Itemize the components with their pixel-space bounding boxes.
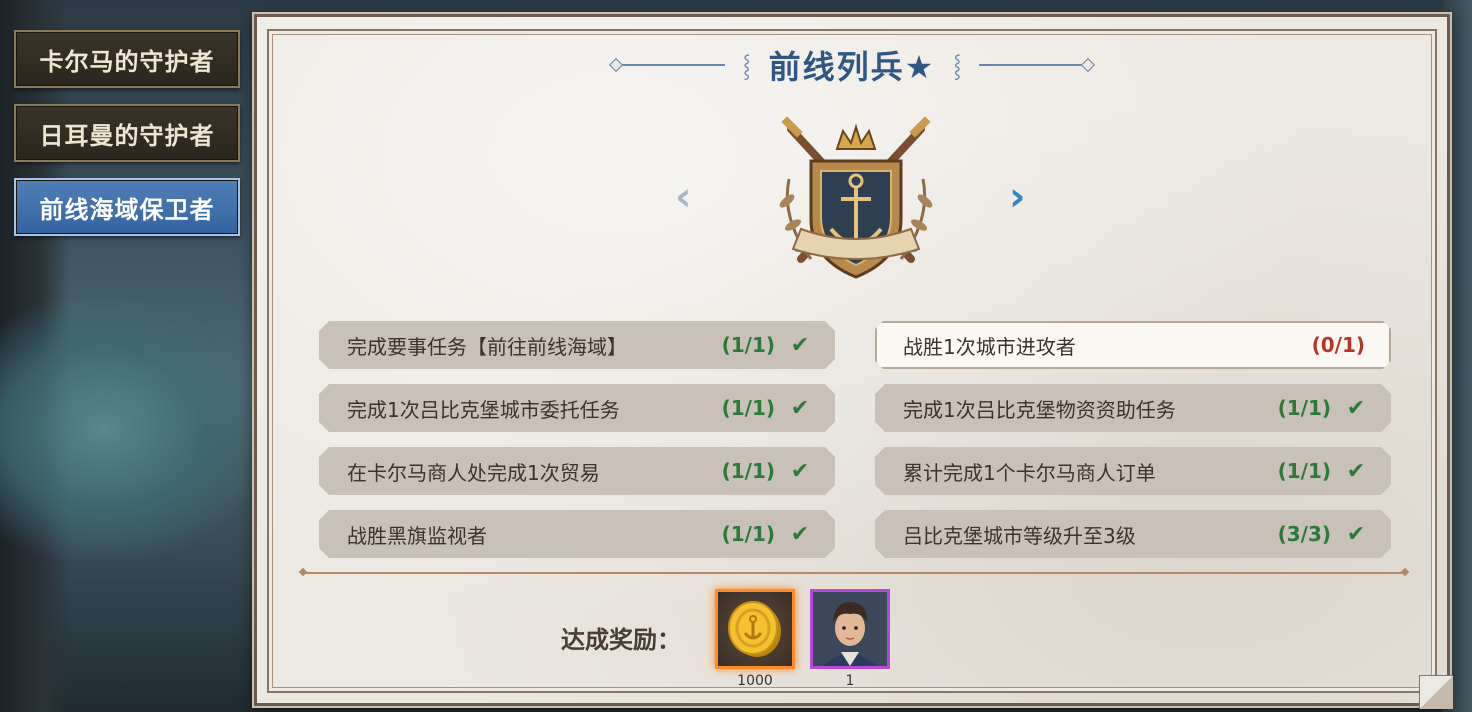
- task-label: 累计完成1个卡尔马商人订单: [903, 460, 1156, 485]
- anchor-crest-emblem-icon: [779, 116, 933, 279]
- task-row: 战胜黑旗监视者 (1/1) ✔: [319, 510, 835, 558]
- task-progress: (0/1): [1311, 333, 1365, 357]
- task-row: 累计完成1个卡尔马商人订单 (1/1) ✔: [875, 447, 1391, 495]
- checkmark-icon: ✔: [1346, 395, 1366, 421]
- task-row: 完成1次吕比克堡物资资助任务 (1/1) ✔: [875, 384, 1391, 432]
- section-divider: [303, 572, 1405, 574]
- background-sea: [0, 300, 260, 560]
- task-label: 战胜1次城市进攻者: [903, 334, 1076, 359]
- task-label: 完成1次吕比克堡物资资助任务: [903, 397, 1176, 422]
- scroll-ornament-icon: ⸾: [742, 54, 751, 79]
- reward-count: 1000: [737, 673, 773, 689]
- reward-gold-coin[interactable]: [715, 589, 795, 669]
- gold-coin-icon: [728, 601, 781, 657]
- reward-label: 达成奖励：: [561, 626, 681, 654]
- title-ornament-left: [614, 64, 725, 66]
- task-progress: (1/1): [721, 459, 775, 483]
- checkmark-icon: ✔: [790, 395, 810, 421]
- title-ornament-right: [979, 64, 1090, 66]
- checkmark-icon: ✔: [790, 458, 810, 484]
- next-arrow-button[interactable]: ›: [1009, 177, 1025, 217]
- prev-arrow-button[interactable]: ‹: [675, 177, 691, 217]
- tab-frontline-defender[interactable]: 前线海域保卫者: [14, 178, 240, 236]
- task-label: 战胜黑旗监视者: [347, 523, 487, 548]
- reward-captain-portrait[interactable]: [810, 589, 890, 669]
- task-row-incomplete[interactable]: 战胜1次城市进攻者 (0/1): [875, 321, 1391, 369]
- panel-title-bar: ⸾ 前线列兵★ ⸾: [257, 43, 1447, 87]
- achievement-panel: ⸾ 前线列兵★ ⸾ ‹ › 完成要事任务【前往前线海域】 (1/1) ✔ 完成1…: [254, 14, 1453, 709]
- task-row: 完成要事任务【前往前线海域】 (1/1) ✔: [319, 321, 835, 369]
- task-row: 吕比克堡城市等级升至3级 (3/3) ✔: [875, 510, 1391, 558]
- checkmark-icon: ✔: [790, 521, 810, 547]
- task-label: 完成1次吕比克堡城市委托任务: [347, 397, 620, 422]
- task-progress: (1/1): [721, 522, 775, 546]
- task-label: 在卡尔马商人处完成1次贸易: [347, 460, 600, 485]
- task-row: 完成1次吕比克堡城市委托任务 (1/1) ✔: [319, 384, 835, 432]
- captain-portrait-icon: [813, 592, 887, 666]
- task-label: 完成要事任务【前往前线海域】: [347, 334, 627, 359]
- task-row: 在卡尔马商人处完成1次贸易 (1/1) ✔: [319, 447, 835, 495]
- checkmark-icon: ✔: [1346, 458, 1366, 484]
- task-progress: (1/1): [1277, 459, 1331, 483]
- tab-kalmar-guardian[interactable]: 卡尔马的守护者: [14, 30, 240, 88]
- task-label: 吕比克堡城市等级升至3级: [903, 523, 1136, 548]
- page-corner-fold: [1419, 675, 1453, 709]
- task-progress: (1/1): [721, 396, 775, 420]
- task-progress: (3/3): [1277, 522, 1331, 546]
- scroll-ornament-icon: ⸾: [953, 54, 962, 79]
- task-progress: (1/1): [1277, 396, 1331, 420]
- reward-count: 1: [845, 673, 855, 689]
- rank-title: 前线列兵★: [768, 48, 936, 86]
- tab-germania-guardian[interactable]: 日耳曼的守护者: [14, 104, 240, 162]
- task-progress: (1/1): [721, 333, 775, 357]
- checkmark-icon: ✔: [1346, 521, 1366, 547]
- checkmark-icon: ✔: [790, 332, 810, 358]
